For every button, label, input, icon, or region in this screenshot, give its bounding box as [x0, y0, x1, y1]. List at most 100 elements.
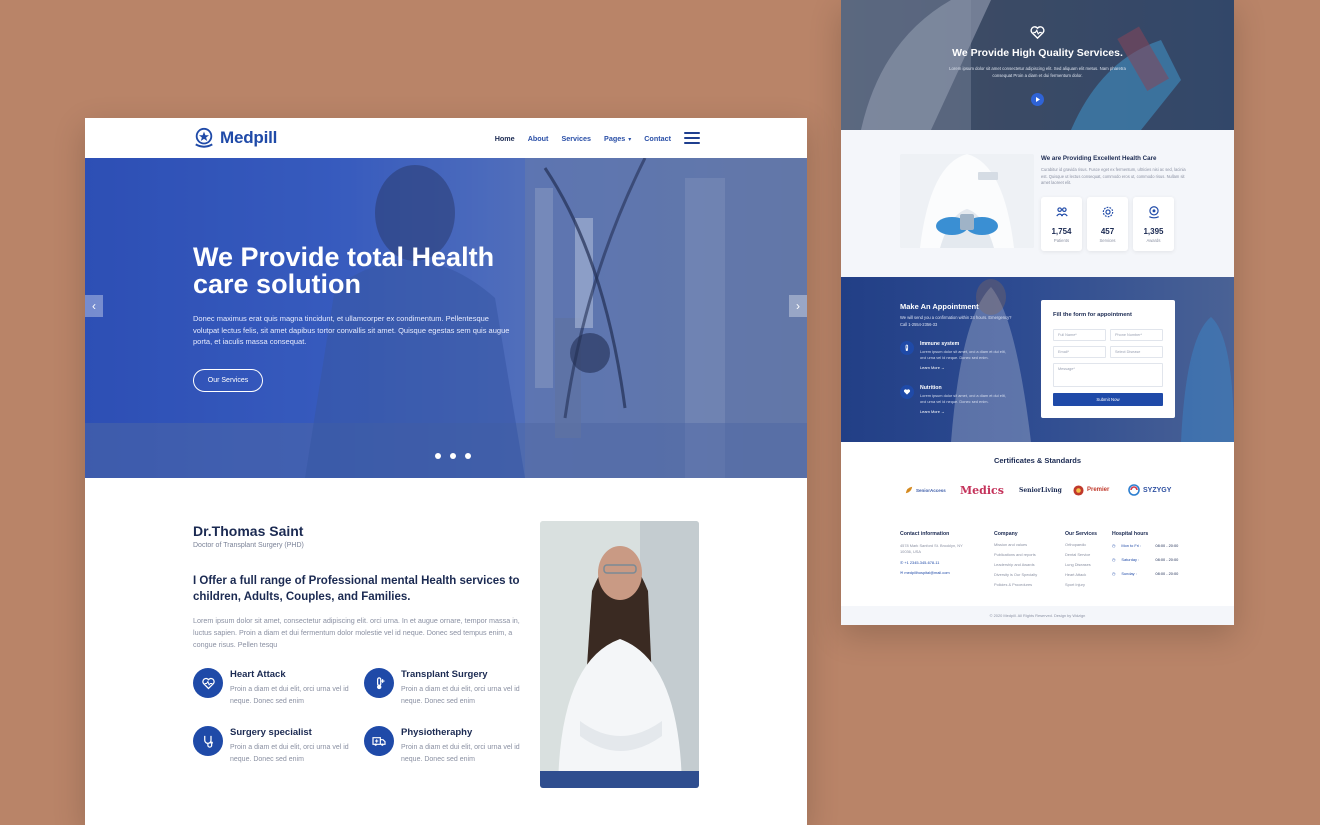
footer-address: 4578 Mark Sanford St. Brooklyn, NY 10036… — [900, 543, 963, 554]
submit-now-button[interactable]: Submit Now — [1053, 393, 1163, 406]
slider-next-arrow-icon[interactable]: › — [789, 295, 807, 317]
feature-description: Lorem ipsum dolor sit amet, orci a diam … — [920, 393, 1006, 405]
our-services-button[interactable]: Our Services — [193, 369, 263, 392]
stat-card: 457 Services — [1087, 197, 1128, 251]
gear-icon — [1102, 206, 1113, 218]
phone-number-field[interactable]: Phone Number* — [1110, 329, 1163, 341]
certificates-title: Certificates & Standards — [993, 456, 1082, 465]
health-care-section: We are Providing Excellent Health Care C… — [841, 130, 1234, 277]
disease-select[interactable]: Select Disease — [1110, 346, 1163, 358]
swirl-icon — [1128, 484, 1140, 496]
medal-logo-icon — [195, 127, 213, 148]
play-video-icon[interactable] — [1031, 93, 1044, 106]
form-title: Fill the form for appointment — [1053, 312, 1132, 318]
quality-services-banner: We Provide High Quality Services. Lorem … — [841, 0, 1234, 130]
main-menu: Home About Services Pages ▾ Contact — [495, 118, 671, 158]
footer-services-title: Our Services — [1065, 531, 1098, 537]
feature-description: Lorem ipsum dolor sit amet, orci a diam … — [920, 349, 1006, 361]
hours-day: Sunday : — [1121, 571, 1137, 576]
footer-phone-text: +1 2345-345-678-11 — [904, 559, 940, 565]
slider-dot[interactable] — [435, 453, 441, 459]
doctor-photo — [540, 521, 699, 788]
service-item[interactable]: Physiotheraphy Proin a diam et dui elit,… — [364, 726, 534, 765]
footer-link[interactable]: Sport Injury — [1065, 582, 1097, 587]
lab-gloves-image — [841, 0, 1234, 130]
brand-logo[interactable]: Medpill — [193, 127, 277, 149]
footer-link[interactable]: Leadership and Awards — [994, 562, 1037, 567]
hours-row: ◷ Saturday : 08:00 - 20:00 — [1112, 557, 1178, 562]
stat-label: Services — [1099, 238, 1116, 243]
cert-logo-text: SeniorAccess — [916, 487, 946, 493]
about-page-preview: We Provide High Quality Services. Lorem … — [841, 0, 1234, 625]
hamburger-menu-icon[interactable] — [684, 132, 700, 144]
slider-dot[interactable] — [450, 453, 456, 459]
feature-item: Nutrition Lorem ipsum dolor sit amet, or… — [900, 385, 1030, 414]
nav-contact[interactable]: Contact — [644, 134, 671, 143]
patients-icon — [1055, 207, 1068, 217]
footer-link[interactable]: Lung Diseases — [1065, 562, 1097, 567]
feature-title: Nutrition — [920, 385, 942, 391]
cert-logo: SeniorAccess — [905, 481, 946, 499]
footer-phone[interactable]: ✆ +1 2345-345-678-11 — [900, 559, 985, 565]
service-title: Surgery specialist — [230, 727, 312, 738]
stethoscope-icon — [193, 726, 223, 756]
message-field[interactable]: Message* — [1053, 363, 1163, 387]
disease-select-value: Select Disease — [1115, 350, 1141, 354]
nav-about[interactable]: About — [528, 134, 549, 143]
footer-hours: Hospital hours ◷ Mon to Fri : 08:00 - 20:0… — [1112, 531, 1178, 585]
learn-more-link[interactable]: Learn More → — [920, 365, 1010, 370]
award-icon — [1148, 206, 1159, 219]
feature-title: Immune system — [920, 341, 960, 347]
slider-prev-arrow-icon[interactable]: ‹ — [85, 295, 103, 317]
footer-link[interactable]: Mission and values — [994, 543, 1037, 547]
service-item[interactable]: Transplant Surgery Proin a diam et dui e… — [364, 668, 534, 707]
hero-description: Donec maximus erat quis magna tincidunt,… — [193, 314, 510, 347]
brand-name: Medpill — [220, 128, 278, 147]
thermometer-icon — [900, 341, 914, 355]
footer-link[interactable]: Dental Service — [1065, 553, 1097, 557]
footer-link[interactable]: Publications and reports — [994, 553, 1037, 557]
cert-logo-text: SYZYGY — [1143, 486, 1172, 494]
learn-more-link[interactable]: Learn More → — [920, 409, 1010, 414]
footer-contact: Contact information 4578 Mark Sanford St… — [900, 531, 985, 581]
hours-row: ◷ Mon to Fri : 08:00 - 20:00 — [1112, 543, 1178, 548]
footer-link[interactable]: Orthopaedic — [1065, 543, 1097, 547]
clock-icon: ◷ — [1112, 571, 1116, 576]
full-name-field[interactable]: Full Name* — [1053, 329, 1106, 341]
stat-card: 1,395 Awards — [1133, 197, 1174, 251]
service-title: Transplant Surgery — [401, 669, 488, 680]
clock-icon: ◷ — [1112, 557, 1116, 562]
service-description: Proin a diam et dui elit, orci urna vel … — [230, 686, 349, 705]
nav-pages-label: Pages — [604, 133, 626, 143]
nav-home[interactable]: Home — [495, 134, 515, 143]
nav-pages[interactable]: Pages ▾ — [604, 134, 631, 143]
stat-label: Patients — [1053, 238, 1070, 243]
service-description: Proin a diam et dui elit, orci urna vel … — [230, 744, 349, 763]
thermometer-icon — [364, 668, 394, 698]
service-item[interactable]: Heart Attack Proin a diam et dui elit, o… — [193, 668, 363, 707]
care-title: We are Providing Excellent Health Care — [1041, 155, 1157, 162]
hours-time: 08:00 - 20:00 — [1155, 557, 1179, 562]
service-item[interactable]: Surgery specialist Proin a diam et dui e… — [193, 726, 363, 765]
service-title: Heart Attack — [230, 669, 286, 680]
seal-icon — [1073, 484, 1084, 496]
footer-link[interactable]: Policies & Procedures — [994, 582, 1037, 587]
nav-services[interactable]: Services — [561, 134, 591, 143]
cert-logo-text: Premier — [1087, 487, 1110, 493]
footer-email[interactable]: ✉ medpillhospital@mail.com — [900, 570, 985, 575]
heart-pulse-icon — [1030, 26, 1045, 40]
hours-time: 08:00 - 20:00 — [1155, 571, 1179, 576]
footer-link[interactable]: Heart Attack — [1065, 572, 1097, 577]
footer-services: Our Services Orthopaedic Dental Service … — [1065, 531, 1097, 593]
heart-icon — [900, 385, 914, 399]
copyright-bar: © 2020 Medpill. All Rights Reserved. Des… — [841, 606, 1234, 625]
service-description: Proin a diam et dui elit, orci urna vel … — [401, 744, 520, 763]
cert-logo-text: Medics — [960, 483, 1004, 497]
slider-dot[interactable] — [465, 453, 471, 459]
footer-company: Company Mission and values Publications … — [994, 531, 1037, 593]
footer-contact-title: Contact information — [900, 531, 950, 537]
hours-day: Saturday : — [1121, 557, 1140, 562]
email-field[interactable]: Email* — [1053, 346, 1106, 358]
footer-link[interactable]: Diversity is Our Specialty — [994, 572, 1037, 577]
stat-value: 1,754 — [1051, 227, 1072, 236]
